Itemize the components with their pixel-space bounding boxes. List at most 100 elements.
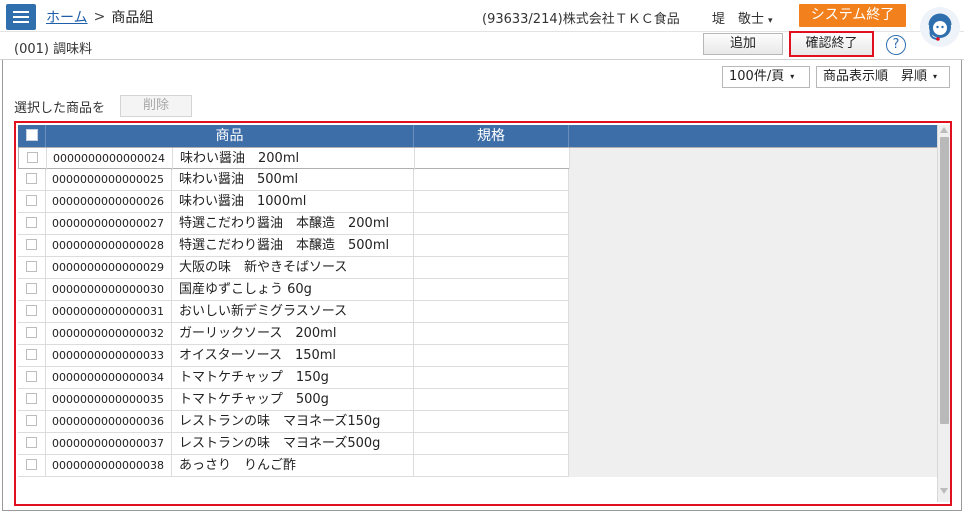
row-checkbox[interactable] xyxy=(18,213,46,235)
confirm-finish-button[interactable]: 確認終了 xyxy=(789,31,874,57)
product-spec xyxy=(414,279,569,301)
product-spec xyxy=(414,367,569,389)
delete-button[interactable]: 削除 xyxy=(120,95,192,117)
table-row[interactable]: 0000000000000033 オイスターソース 150ml xyxy=(18,345,937,367)
row-checkbox[interactable] xyxy=(18,411,46,433)
product-name: 味わい醤油 200ml xyxy=(173,148,415,170)
category-title: (001) 調味料 xyxy=(14,42,93,57)
table-row[interactable]: 0000000000000027 特選こだわり醤油 本醸造 200ml xyxy=(18,213,937,235)
product-spec xyxy=(414,455,569,477)
row-checkbox[interactable] xyxy=(18,433,46,455)
vertical-scrollbar[interactable] xyxy=(937,125,950,502)
table-row[interactable]: 0000000000000037 レストランの味 マヨネーズ500g xyxy=(18,433,937,455)
product-code: 0000000000000028 xyxy=(46,235,172,257)
chevron-down-icon: ▾ xyxy=(790,72,795,81)
column-header-blank xyxy=(569,125,937,147)
scrollbar-thumb[interactable] xyxy=(940,137,949,424)
scroll-up-icon[interactable] xyxy=(940,127,948,133)
row-checkbox[interactable] xyxy=(18,235,46,257)
row-blank-cell xyxy=(569,191,937,213)
product-name: レストランの味 マヨネーズ500g xyxy=(172,433,414,455)
product-spec xyxy=(414,345,569,367)
product-name: 味わい醤油 1000ml xyxy=(172,191,414,213)
chevron-down-icon: ▾ xyxy=(933,72,938,81)
table-row[interactable]: 0000000000000038 あっさり りんご酢 xyxy=(18,455,937,477)
product-code: 0000000000000037 xyxy=(46,433,172,455)
page-size-select[interactable]: 100件/頁 ▾ xyxy=(722,66,810,88)
product-name: オイスターソース 150ml xyxy=(172,345,414,367)
table-row[interactable]: 0000000000000029 大阪の味 新やきそばソース xyxy=(18,257,937,279)
page-size-value: 100件/頁 xyxy=(729,69,785,84)
row-blank-cell xyxy=(569,279,937,301)
row-blank-cell xyxy=(569,455,937,477)
row-checkbox[interactable] xyxy=(18,323,46,345)
breadcrumb-home-link[interactable]: ホーム xyxy=(46,7,88,27)
row-blank-cell xyxy=(569,301,937,323)
table-row[interactable]: 0000000000000032 ガーリックソース 200ml xyxy=(18,323,937,345)
product-code: 0000000000000030 xyxy=(46,279,172,301)
product-spec xyxy=(414,389,569,411)
table-row[interactable]: 0000000000000035 トマトケチャップ 500g xyxy=(18,389,937,411)
system-exit-button[interactable]: システム終了 xyxy=(799,4,906,27)
row-blank-cell xyxy=(569,169,937,191)
product-code: 0000000000000025 xyxy=(46,169,172,191)
row-checkbox[interactable] xyxy=(18,389,46,411)
table-row[interactable]: 0000000000000024 味わい醤油 200ml xyxy=(18,147,937,170)
support-operator-icon[interactable] xyxy=(917,0,964,52)
user-menu[interactable]: 堤 敬士 ▾ xyxy=(712,8,773,27)
table-row[interactable]: 0000000000000034 トマトケチャップ 150g xyxy=(18,367,937,389)
column-header-spec[interactable]: 規格 xyxy=(414,125,569,147)
product-spec xyxy=(414,191,569,213)
select-all-checkbox[interactable] xyxy=(18,125,46,147)
table-row[interactable]: 0000000000000031 おいしい新デミグラスソース xyxy=(18,301,937,323)
product-code: 0000000000000038 xyxy=(46,455,172,477)
row-checkbox[interactable] xyxy=(19,148,47,170)
product-spec xyxy=(414,301,569,323)
product-code: 0000000000000034 xyxy=(46,367,172,389)
product-name: 大阪の味 新やきそばソース xyxy=(172,257,414,279)
product-name: 味わい醤油 500ml xyxy=(172,169,414,191)
product-name: 国産ゆずこしょう 60g xyxy=(172,279,414,301)
table-row[interactable]: 0000000000000026 味わい醤油 1000ml xyxy=(18,191,937,213)
table-row[interactable]: 0000000000000030 国産ゆずこしょう 60g xyxy=(18,279,937,301)
breadcrumb: ホーム > 商品組 xyxy=(46,7,153,27)
row-checkbox[interactable] xyxy=(18,345,46,367)
user-name: 堤 敬士 xyxy=(712,12,765,27)
product-code: 0000000000000029 xyxy=(46,257,172,279)
grid-rows: 0000000000000024 味わい醤油 200ml 0000000000000… xyxy=(18,147,937,477)
row-checkbox[interactable] xyxy=(18,169,46,191)
add-button[interactable]: 追加 xyxy=(703,33,783,55)
top-bar: ホーム > 商品組 (93633/214)株式会社ＴＫＣ食品 堤 敬士 ▾ システ… xyxy=(0,0,964,32)
table-row[interactable]: 0000000000000028 特選こだわり醤油 本醸造 500ml xyxy=(18,235,937,257)
hamburger-menu-icon[interactable] xyxy=(6,4,36,30)
row-checkbox[interactable] xyxy=(18,455,46,477)
product-code: 0000000000000027 xyxy=(46,213,172,235)
grid-header: 商品 規格 xyxy=(18,125,937,147)
product-spec xyxy=(414,257,569,279)
help-icon[interactable]: ? xyxy=(886,35,906,55)
row-blank-cell xyxy=(569,433,937,455)
row-checkbox[interactable] xyxy=(18,301,46,323)
product-spec xyxy=(414,213,569,235)
product-name: トマトケチャップ 150g xyxy=(172,367,414,389)
table-row[interactable]: 0000000000000036 レストランの味 マヨネーズ150g xyxy=(18,411,937,433)
sort-order-select[interactable]: 商品表示順 昇順 ▾ xyxy=(816,66,950,88)
table-row[interactable]: 0000000000000025 味わい醤油 500ml xyxy=(18,169,937,191)
column-header-product[interactable]: 商品 xyxy=(46,125,414,147)
product-spec xyxy=(414,235,569,257)
row-blank-cell xyxy=(569,235,937,257)
product-code: 0000000000000026 xyxy=(46,191,172,213)
product-spec xyxy=(414,323,569,345)
product-name: レストランの味 マヨネーズ150g xyxy=(172,411,414,433)
product-spec xyxy=(414,411,569,433)
row-checkbox[interactable] xyxy=(18,257,46,279)
product-name: 特選こだわり醤油 本醸造 500ml xyxy=(172,235,414,257)
selected-items-label: 選択した商品を xyxy=(14,101,106,116)
product-spec xyxy=(415,148,570,170)
product-name: おいしい新デミグラスソース xyxy=(172,301,414,323)
product-code: 0000000000000032 xyxy=(46,323,172,345)
row-checkbox[interactable] xyxy=(18,279,46,301)
row-checkbox[interactable] xyxy=(18,367,46,389)
row-checkbox[interactable] xyxy=(18,191,46,213)
scroll-down-icon[interactable] xyxy=(940,488,948,494)
